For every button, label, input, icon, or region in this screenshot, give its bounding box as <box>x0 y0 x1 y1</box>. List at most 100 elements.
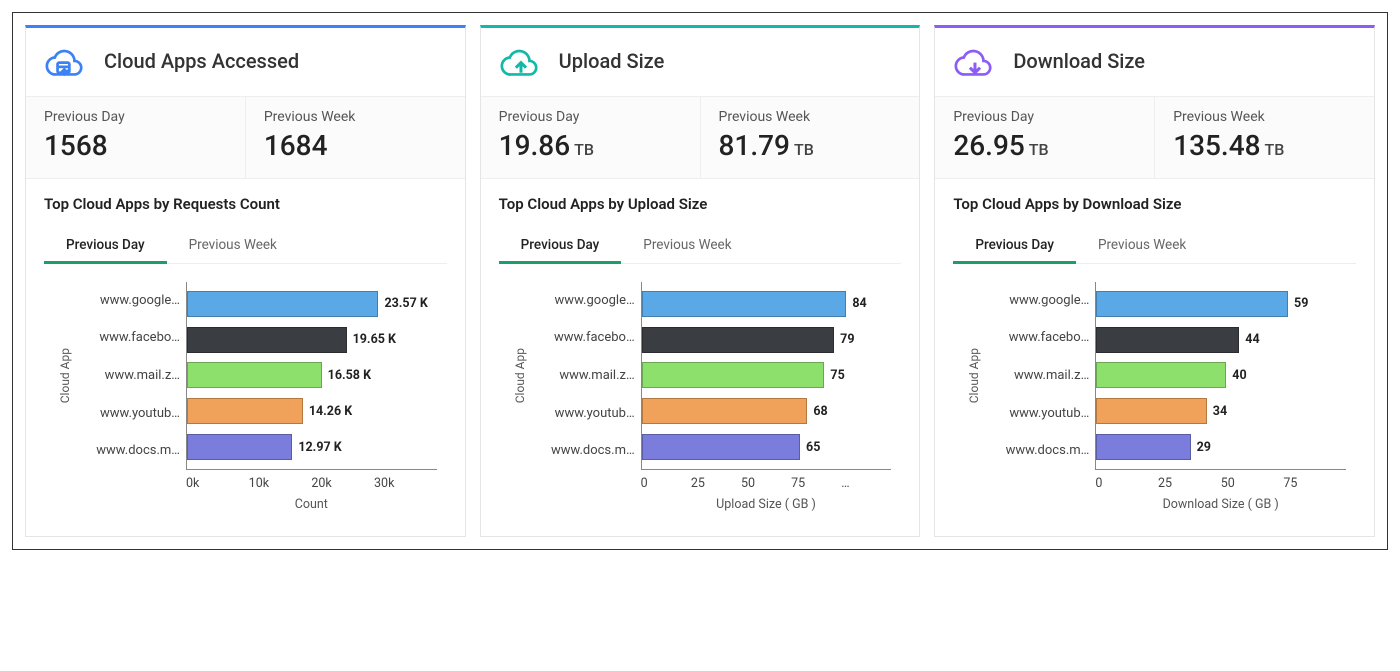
chart-category: www.docs.m… <box>76 433 180 469</box>
chart-category: www.google… <box>76 283 180 319</box>
bar-row: 19.65 K <box>187 322 431 358</box>
cloud-download-icon <box>953 44 997 78</box>
bar[interactable] <box>642 327 835 353</box>
stat-value: 81.79TB <box>719 129 902 162</box>
tab-previous-day[interactable]: Previous Day <box>44 227 167 263</box>
panel-title: Download Size <box>1013 49 1145 73</box>
stat-value-number: 26.95 <box>953 129 1024 162</box>
bar-value-label: 12.97 K <box>298 440 341 455</box>
bar[interactable] <box>642 434 800 460</box>
bar[interactable] <box>187 398 303 424</box>
tabs: Previous DayPrevious Week <box>499 227 902 264</box>
bar-value-label: 79 <box>840 332 854 347</box>
x-axis: 0255075 <box>1095 470 1346 491</box>
bar[interactable] <box>187 362 322 388</box>
chart-category: www.google… <box>531 283 635 319</box>
chart-section: Top Cloud Apps by Upload Size Previous Da… <box>481 179 920 536</box>
stats-row: Previous Day26.95TB Previous Week 135.48TB <box>935 96 1374 179</box>
bar-row: 44 <box>1096 322 1340 358</box>
y-axis-label: Cloud App <box>58 348 72 403</box>
section-title: Top Cloud Apps by Download Size <box>953 195 1356 213</box>
bar-value-label: 68 <box>813 404 827 419</box>
x-tick: 0 <box>641 476 691 491</box>
chart-category: www.facebo… <box>76 320 180 356</box>
bar-row: 75 <box>642 358 886 394</box>
stat-value: 19.86TB <box>499 129 682 162</box>
bar[interactable] <box>642 291 847 317</box>
stat-label: Previous Week <box>1173 109 1356 125</box>
tab-previous-day[interactable]: Previous Day <box>953 227 1076 263</box>
bar-row: 59 <box>1096 286 1340 322</box>
panel: Download SizePrevious Day26.95TBPrevious… <box>934 25 1375 537</box>
bar[interactable] <box>1096 327 1239 353</box>
stat-value-number: 1684 <box>264 129 328 162</box>
chart-category: www.youtub… <box>76 396 180 432</box>
stat-value-number: 1568 <box>44 129 108 162</box>
bar-row: 16.58 K <box>187 358 431 394</box>
stat-value: 1568 <box>44 129 227 162</box>
stat-unit: TB <box>574 140 594 159</box>
x-axis-label: Count <box>186 497 437 512</box>
chart: Cloud Appwww.google…www.facebo…www.mail.… <box>499 264 902 526</box>
bar-value-label: 29 <box>1197 440 1211 455</box>
chart-category: www.docs.m… <box>531 433 635 469</box>
x-tick: 75 <box>1283 476 1346 491</box>
y-axis-label: Cloud App <box>513 348 527 403</box>
panel-head: Cloud Apps Accessed <box>26 28 465 96</box>
bar[interactable] <box>187 434 292 460</box>
bar[interactable] <box>642 398 808 424</box>
chart-category: www.google… <box>985 283 1089 319</box>
bar[interactable] <box>1096 434 1190 460</box>
bar-value-label: 75 <box>830 368 844 383</box>
bar-value-label: 65 <box>806 440 820 455</box>
tabs: Previous DayPrevious Week <box>953 227 1356 264</box>
x-tick: 50 <box>741 476 791 491</box>
bar[interactable] <box>1096 362 1226 388</box>
bar[interactable] <box>187 291 378 317</box>
x-tick: 20k <box>311 476 374 491</box>
section-title: Top Cloud Apps by Upload Size <box>499 195 902 213</box>
x-tick: 25 <box>1158 476 1221 491</box>
tab-previous-week[interactable]: Previous Week <box>1076 227 1208 263</box>
x-tick: 0 <box>1095 476 1158 491</box>
x-axis: 0255075… <box>641 470 892 491</box>
cloud-upload-icon <box>499 44 543 78</box>
bar-row: 40 <box>1096 358 1340 394</box>
stat-value: 1684 <box>264 129 447 162</box>
stat: Previous Week1684 <box>245 97 465 178</box>
tab-previous-week[interactable]: Previous Week <box>621 227 753 263</box>
x-axis-label: Download Size ( GB ) <box>1095 497 1346 512</box>
panel-head: Upload Size <box>481 28 920 96</box>
bar-row: 34 <box>1096 393 1340 429</box>
bar-value-label: 44 <box>1245 332 1259 347</box>
stat-value-number: 19.86 <box>499 129 570 162</box>
bar[interactable] <box>1096 291 1288 317</box>
stat-value: 135.48TB <box>1173 129 1356 162</box>
bar[interactable] <box>187 327 347 353</box>
x-tick: … <box>841 476 891 491</box>
chart: Cloud Appwww.google…www.facebo…www.mail.… <box>953 264 1356 526</box>
chart-category: www.youtub… <box>531 396 635 432</box>
panel: Upload SizePrevious Day19.86TBPrevious W… <box>480 25 921 537</box>
stat: Previous Day26.95TB <box>935 97 1154 178</box>
stat-unit: TB <box>1265 140 1285 159</box>
stat-label: Previous Week <box>719 109 902 125</box>
bar-row: 84 <box>642 286 886 322</box>
bar-row: 79 <box>642 322 886 358</box>
y-axis-label: Cloud App <box>967 348 981 403</box>
tab-previous-week[interactable]: Previous Week <box>167 227 299 263</box>
chart-section: Top Cloud Apps by Download Size Previous … <box>935 179 1374 536</box>
bar[interactable] <box>642 362 825 388</box>
bar-value-label: 16.58 K <box>328 368 371 383</box>
bar-value-label: 59 <box>1294 296 1308 311</box>
x-tick: 25 <box>691 476 741 491</box>
section-title: Top Cloud Apps by Requests Count <box>44 195 447 213</box>
x-tick: 0k <box>186 476 249 491</box>
chart-category: www.facebo… <box>985 320 1089 356</box>
stat-value: 26.95TB <box>953 129 1136 162</box>
bar[interactable] <box>1096 398 1206 424</box>
x-tick: 10k <box>249 476 312 491</box>
panel-title: Cloud Apps Accessed <box>104 49 299 73</box>
tab-previous-day[interactable]: Previous Day <box>499 227 622 263</box>
stat: Previous Day19.86TB <box>481 97 700 178</box>
